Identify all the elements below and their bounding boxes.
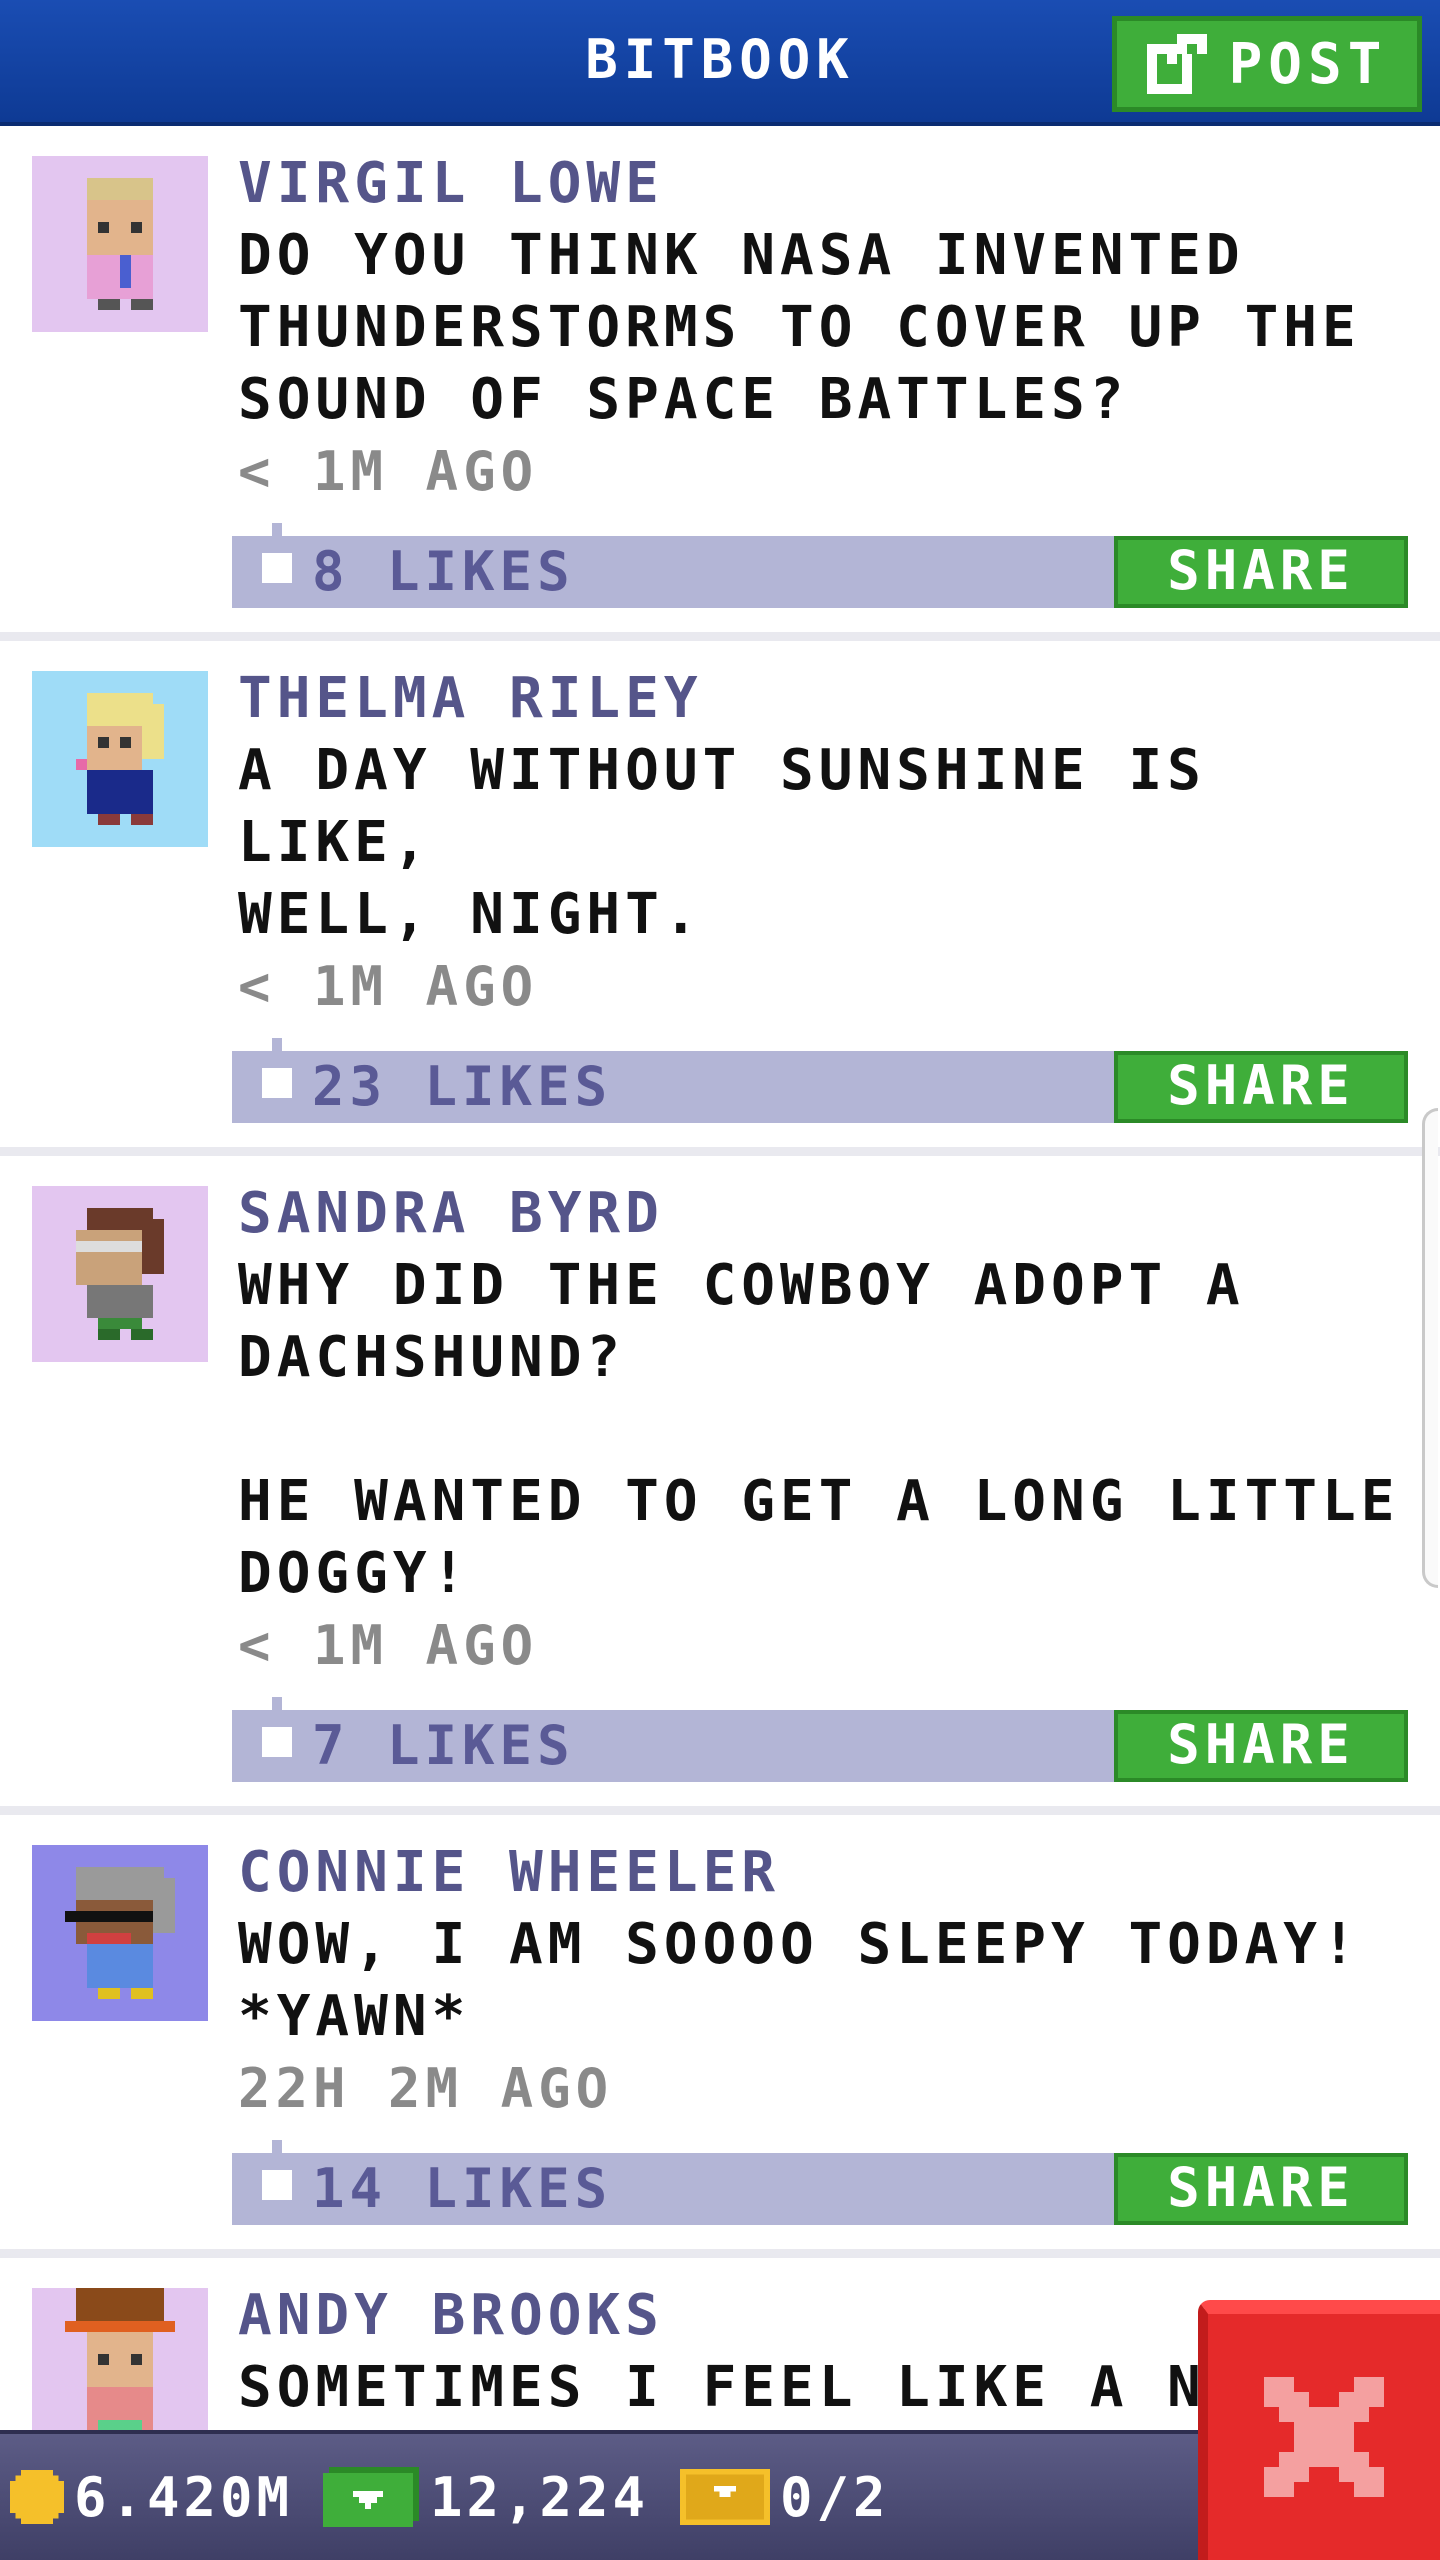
likes-bar: 8 LIKES SHARE: [232, 523, 1408, 608]
tickets-stat[interactable]: 0/2: [680, 2434, 890, 2560]
post-button[interactable]: POST: [1112, 16, 1422, 112]
post-time: < 1M AGO: [238, 440, 539, 503]
close-button[interactable]: [1198, 2300, 1440, 2560]
likes-count: 7 LIKES: [312, 1714, 575, 1777]
close-icon: [1264, 2377, 1384, 2497]
avatar[interactable]: [32, 156, 208, 332]
post-time: < 1M AGO: [238, 955, 539, 1018]
bux-icon: [323, 2467, 419, 2527]
post-time: 22H 2M AGO: [238, 2057, 614, 2120]
feed-list: VIRGIL LOWE DO YOU THINK NASA INVENTED T…: [0, 126, 1440, 2505]
coins-stat[interactable]: 6.420M: [10, 2434, 293, 2560]
post-message: WOW, I AM SOOOO SLEEPY TODAY! *YAWN*: [238, 1912, 1361, 2049]
coins-value: 6.420M: [74, 2465, 294, 2529]
avatar[interactable]: [32, 671, 208, 847]
top-bar: BITBOOK POST: [0, 0, 1440, 126]
likes-count: 8 LIKES: [312, 540, 575, 603]
feed-post: VIRGIL LOWE DO YOU THINK NASA INVENTED T…: [0, 126, 1440, 641]
post-author[interactable]: THELMA RILEY: [238, 663, 1408, 735]
share-button[interactable]: SHARE: [1114, 1710, 1408, 1782]
thumbs-up-icon[interactable]: [252, 2139, 302, 2211]
post-time: < 1M AGO: [238, 1614, 539, 1677]
feed-post: CONNIE WHEELER WOW, I AM SOOOO SLEEPY TO…: [0, 1815, 1440, 2258]
post-label: POST: [1228, 31, 1388, 97]
avatar[interactable]: [32, 1845, 208, 2021]
post-message: WHY DID THE COWBOY ADOPT A DACHSHUND? HE…: [238, 1253, 1400, 1606]
post-message: DO YOU THINK NASA INVENTED THUNDERSTORMS…: [238, 223, 1361, 432]
post-author[interactable]: SANDRA BYRD: [238, 1178, 1408, 1250]
likes-count: 23 LIKES: [312, 1055, 613, 1118]
scrollbar[interactable]: [1422, 1108, 1438, 1588]
thumbs-up-icon[interactable]: [252, 1696, 302, 1768]
likes-bar: 14 LIKES SHARE: [232, 2140, 1408, 2225]
post-message: A DAY WITHOUT SUNSHINE IS LIKE, WELL, NI…: [238, 738, 1206, 947]
bux-stat[interactable]: 12,224: [322, 2434, 649, 2560]
post-author[interactable]: CONNIE WHEELER: [238, 1837, 1408, 1909]
ticket-icon: [680, 2469, 770, 2525]
feed-post: THELMA RILEY A DAY WITHOUT SUNSHINE IS L…: [0, 641, 1440, 1156]
post-author[interactable]: VIRGIL LOWE: [238, 148, 1408, 220]
tickets-value: 0/2: [780, 2465, 890, 2529]
feed-post: SANDRA BYRD WHY DID THE COWBOY ADOPT A D…: [0, 1156, 1440, 1815]
thumbs-up-icon[interactable]: [252, 1037, 302, 1109]
likes-bar: 7 LIKES SHARE: [232, 1697, 1408, 1782]
share-button[interactable]: SHARE: [1114, 1051, 1408, 1123]
likes-count: 14 LIKES: [312, 2157, 613, 2220]
coin-icon: [10, 2470, 64, 2524]
likes-bar: 23 LIKES SHARE: [232, 1038, 1408, 1123]
share-button[interactable]: SHARE: [1114, 2153, 1408, 2225]
edit-icon: [1146, 34, 1207, 94]
bux-value: 12,224: [430, 2465, 650, 2529]
thumbs-up-icon[interactable]: [252, 522, 302, 594]
avatar[interactable]: [32, 1186, 208, 1362]
share-button[interactable]: SHARE: [1114, 536, 1408, 608]
